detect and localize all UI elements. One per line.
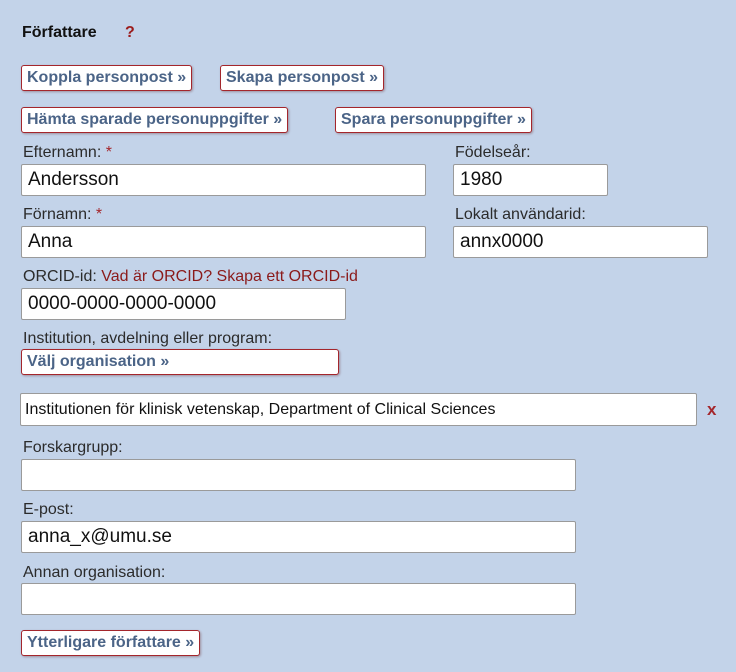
create-orcid-link[interactable]: Skapa ett ORCID-id [217, 268, 358, 285]
last-name-label-text: Efternamn: [23, 144, 102, 161]
what-is-orcid-link[interactable]: Vad är ORCID? [101, 268, 212, 285]
local-user-id-input[interactable] [453, 226, 708, 258]
more-authors-button[interactable]: Ytterligare författare » [21, 630, 201, 656]
save-details-button[interactable]: Spara personuppgifter » [335, 107, 532, 133]
research-group-label: Forskargrupp: [23, 439, 123, 456]
link-person-button[interactable]: Koppla personpost » [21, 65, 193, 91]
orcid-input[interactable] [21, 288, 346, 320]
other-organisation-input[interactable] [21, 583, 576, 615]
first-name-label: Förnamn: * [23, 206, 102, 224]
email-input[interactable] [21, 521, 576, 553]
birth-year-input[interactable] [453, 164, 608, 196]
fetch-saved-details-button[interactable]: Hämta sparade personuppgifter » [21, 107, 289, 133]
local-user-id-label: Lokalt användarid: [455, 206, 586, 223]
institution-input[interactable] [20, 393, 697, 426]
first-name-input[interactable] [21, 226, 426, 258]
research-group-input[interactable] [21, 459, 576, 491]
birth-year-label: Födelseår: [455, 144, 531, 161]
remove-institution-icon[interactable]: x [707, 400, 716, 420]
section-title: Författare [22, 24, 97, 41]
last-name-label: Efternamn: * [23, 144, 112, 162]
first-name-label-text: Förnamn: [23, 206, 92, 223]
orcid-label: ORCID-id: Vad är ORCID? Skapa ett ORCID-… [23, 268, 358, 286]
choose-organisation-button[interactable]: Välj organisation » [21, 349, 339, 375]
institution-label: Institution, avdelning eller program: [23, 330, 273, 347]
other-organisation-label: Annan organisation: [23, 564, 166, 581]
help-icon[interactable]: ? [125, 24, 135, 42]
required-marker: * [105, 144, 112, 161]
email-label: E-post: [23, 501, 74, 518]
orcid-label-text: ORCID-id: [23, 268, 97, 285]
last-name-input[interactable] [21, 164, 426, 196]
required-marker: * [95, 206, 103, 223]
create-person-button[interactable]: Skapa personpost » [220, 65, 385, 91]
